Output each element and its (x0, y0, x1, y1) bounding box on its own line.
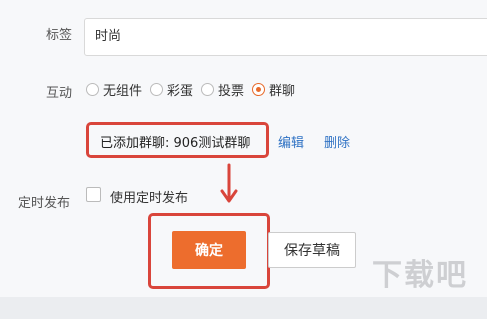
confirm-button[interactable]: 确定 (172, 231, 246, 269)
radio-button-selected-icon[interactable] (252, 82, 266, 96)
radio-option-group-chat[interactable]: 群聊 (252, 80, 295, 99)
radio-button-icon[interactable] (150, 82, 164, 96)
schedule-checkbox[interactable] (86, 187, 101, 202)
tag-input[interactable]: 时尚 (84, 18, 487, 56)
radio-label: 群聊 (269, 83, 296, 99)
interact-radio-group: 无组件 彩蛋 投票 群聊 (86, 79, 303, 99)
radio-label: 投票 (218, 83, 245, 99)
down-arrow-icon (220, 163, 238, 203)
schedule-checkbox-label[interactable]: 使用定时发布 (110, 187, 188, 206)
delete-link[interactable]: 删除 (324, 132, 350, 151)
radio-label: 无组件 (103, 83, 143, 99)
tag-label: 标签 (46, 28, 73, 43)
radio-button-icon[interactable] (86, 82, 99, 96)
added-group-text: 已添加群聊: 906测试群聊 (100, 136, 251, 151)
save-draft-button[interactable]: 保存草稿 (268, 232, 356, 268)
radio-option-easter-egg[interactable]: 彩蛋 (150, 80, 193, 99)
schedule-label: 定时发布 (18, 196, 71, 211)
radio-label: 彩蛋 (167, 83, 194, 99)
bottom-bar (0, 297, 487, 319)
radio-option-none[interactable]: 无组件 (86, 80, 142, 99)
interact-label: 互动 (46, 86, 73, 101)
watermark-logo: 下载吧 (372, 258, 468, 293)
radio-button-icon[interactable] (201, 82, 215, 96)
radio-option-vote[interactable]: 投票 (201, 80, 244, 99)
edit-link[interactable]: 编辑 (278, 132, 304, 151)
